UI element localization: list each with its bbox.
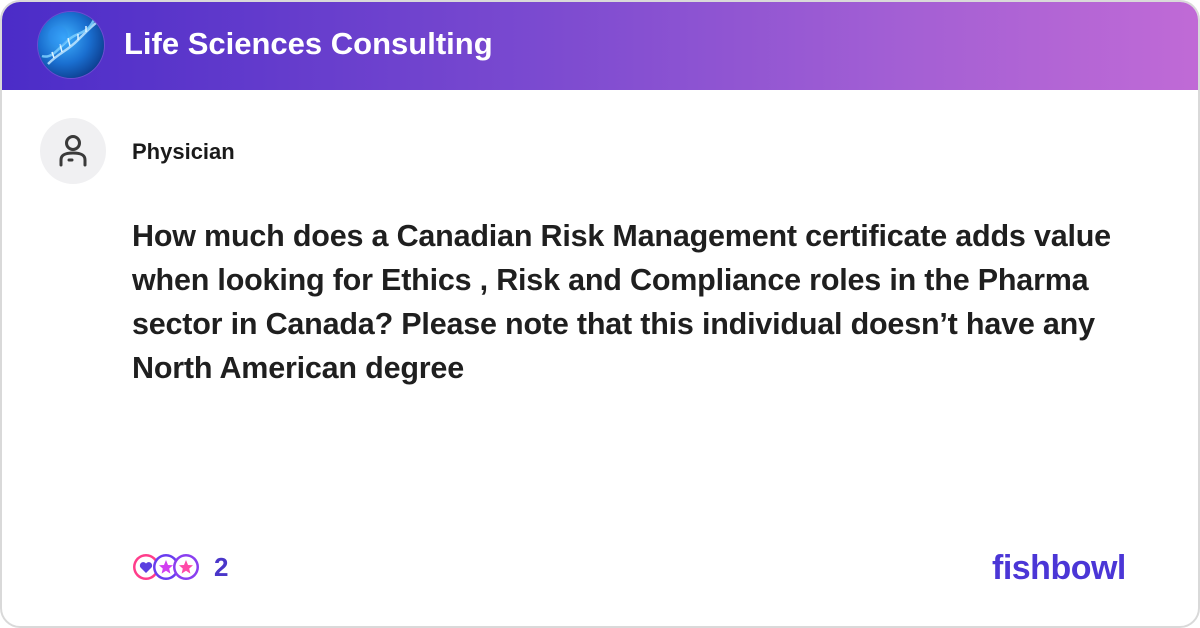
avatar[interactable] [40, 118, 106, 184]
bowl-header[interactable]: Life Sciences Consulting [2, 2, 1198, 90]
reaction-count: 2 [214, 552, 229, 582]
fishbowl-logo[interactable]: fishbowl [992, 546, 1126, 590]
user-icon [59, 135, 87, 167]
star-reaction-icon [173, 554, 199, 580]
question-text[interactable]: How much does a Canadian Risk Management… [132, 214, 1162, 390]
bowl-avatar [38, 12, 104, 78]
reactions[interactable]: 2 [132, 550, 228, 584]
dna-helix-icon [41, 15, 101, 65]
post-card[interactable]: Life Sciences Consulting Physician How m… [0, 0, 1200, 628]
reaction-icons [132, 550, 202, 584]
bowl-title[interactable]: Life Sciences Consulting [124, 24, 493, 64]
author-role: Physician [132, 139, 235, 164]
